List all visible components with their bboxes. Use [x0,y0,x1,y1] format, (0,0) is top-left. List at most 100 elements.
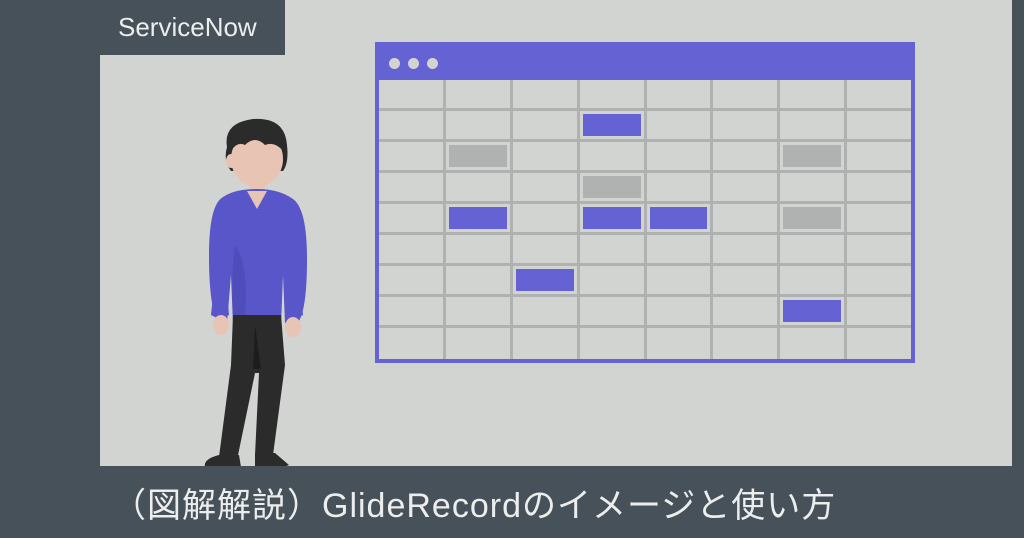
grid-cell [847,80,911,108]
grid-cell [713,266,780,294]
grid-cell [379,80,446,108]
grid-cell [513,80,580,108]
grid-cell [780,173,847,201]
grid-cell [379,266,446,294]
grid-cell [580,173,647,201]
grid-cell [379,142,446,170]
grid-cell [847,173,911,201]
cell-highlight [783,145,841,167]
data-grid [379,80,911,359]
grid-cell [513,142,580,170]
cell-highlight [516,269,574,291]
tag-label: ServiceNow [118,12,257,42]
right-sidebar [1012,0,1024,538]
grid-row [379,80,911,111]
grid-cell [780,204,847,232]
grid-cell [580,142,647,170]
grid-cell [713,111,780,139]
grid-cell [446,80,513,108]
grid-cell [647,80,714,108]
grid-cell [713,142,780,170]
grid-cell [580,111,647,139]
grid-row [379,204,911,235]
left-sidebar [0,0,100,538]
cell-highlight [783,207,841,229]
window-control-dot [389,58,400,69]
grid-cell [647,111,714,139]
grid-cell [647,142,714,170]
person-illustration [175,115,345,475]
grid-cell [713,235,780,263]
grid-cell [580,297,647,325]
spreadsheet-window [375,42,915,363]
grid-cell [780,235,847,263]
grid-row [379,235,911,266]
grid-cell [379,173,446,201]
grid-cell [780,328,847,359]
grid-row [379,111,911,142]
grid-cell [446,142,513,170]
grid-cell [647,328,714,359]
grid-cell [647,173,714,201]
grid-row [379,266,911,297]
grid-cell [647,204,714,232]
cell-highlight [583,176,641,198]
grid-cell [446,266,513,294]
grid-cell [780,297,847,325]
grid-cell [847,297,911,325]
grid-cell [847,142,911,170]
window-control-dot [408,58,419,69]
grid-cell [713,297,780,325]
grid-cell [446,297,513,325]
grid-cell [780,80,847,108]
grid-cell [513,173,580,201]
grid-cell [513,111,580,139]
grid-cell [713,204,780,232]
window-titlebar [379,46,911,80]
grid-cell [780,111,847,139]
grid-cell [713,173,780,201]
grid-cell [713,80,780,108]
grid-row [379,328,911,359]
grid-cell [713,328,780,359]
grid-cell [580,328,647,359]
grid-cell [446,328,513,359]
page-title: （図解解説）GlideRecordのイメージと使い方 [112,478,836,527]
grid-cell [379,297,446,325]
grid-row [379,142,911,173]
cell-highlight [650,207,708,229]
grid-cell [780,266,847,294]
grid-cell [446,111,513,139]
cell-highlight [449,207,507,229]
grid-cell [446,173,513,201]
grid-cell [847,328,911,359]
grid-cell [513,297,580,325]
grid-row [379,297,911,328]
grid-cell [647,297,714,325]
cell-highlight [583,207,641,229]
grid-cell [513,328,580,359]
category-tag: ServiceNow [100,0,285,55]
grid-cell [780,142,847,170]
grid-cell [446,235,513,263]
grid-cell [446,204,513,232]
grid-cell [379,204,446,232]
grid-cell [379,235,446,263]
grid-cell [847,111,911,139]
cell-highlight [783,300,841,322]
grid-cell [513,266,580,294]
grid-cell [513,204,580,232]
grid-cell [580,80,647,108]
grid-cell [847,235,911,263]
cell-highlight [583,114,641,136]
window-control-dot [427,58,438,69]
grid-cell [580,266,647,294]
cell-highlight [449,145,507,167]
grid-row [379,173,911,204]
grid-cell [847,204,911,232]
grid-cell [647,266,714,294]
grid-cell [379,328,446,359]
grid-cell [647,235,714,263]
grid-cell [379,111,446,139]
grid-cell [580,204,647,232]
